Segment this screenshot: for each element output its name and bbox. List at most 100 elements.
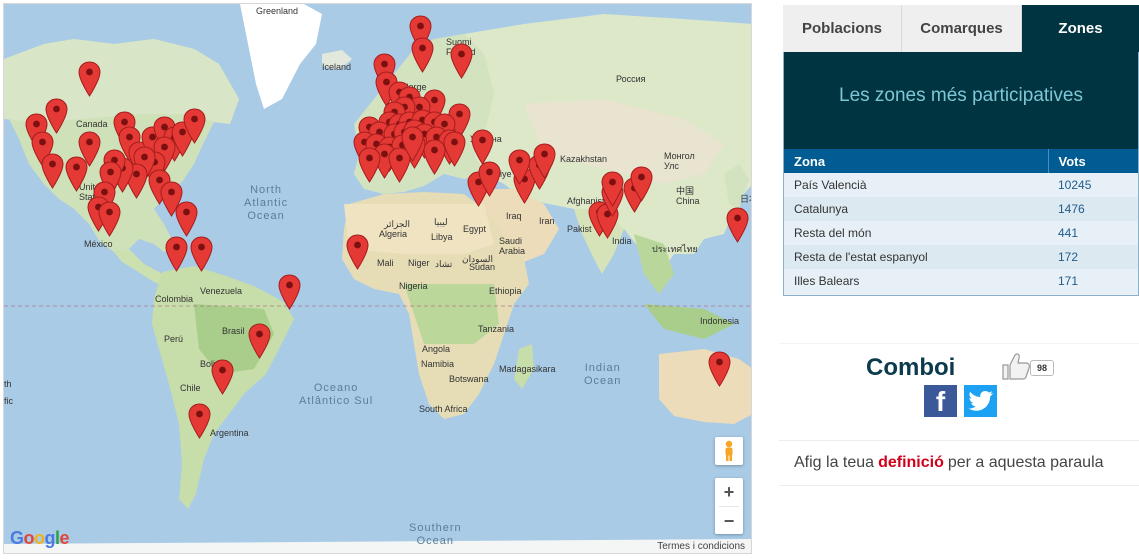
world-map[interactable]: GreenlandIcelandCanadaSuomi FinlandNorge…: [3, 3, 752, 554]
map-country-label: México: [84, 239, 113, 249]
zone-votes: 171: [1048, 269, 1138, 293]
definition-prefix: Afig la teua: [794, 454, 875, 471]
zone-name: Resta del món: [784, 221, 1048, 245]
map-marker[interactable]: [40, 153, 64, 189]
google-logo[interactable]: Google: [10, 528, 70, 549]
ranking-tabs: Poblacions Comarques Zones: [783, 5, 1139, 52]
map-country-label: Brasil: [222, 326, 245, 336]
table-row: Illes Balears 171: [784, 269, 1138, 293]
map-country-label: 日本: [740, 194, 751, 204]
map-pin-icon: [40, 153, 64, 189]
map-pin-icon: [174, 201, 198, 237]
map-pin-icon: [449, 43, 473, 79]
map-country-label: Perú: [164, 334, 184, 344]
map-country-label: Algeria: [379, 229, 408, 239]
map-country-label: Chile: [180, 383, 201, 393]
zone-name: País Valencià: [784, 173, 1048, 197]
table-row: Resta del món 441: [784, 221, 1138, 245]
map-marker[interactable]: [410, 37, 434, 73]
google-letter: e: [59, 528, 70, 548]
map-marker[interactable]: [470, 129, 494, 165]
zone-votes: 1476: [1048, 197, 1138, 221]
map-marker[interactable]: [357, 147, 381, 183]
twitter-bird-icon: [968, 391, 993, 411]
like-count: 98: [1030, 360, 1054, 376]
street-view-pegman[interactable]: [715, 437, 743, 465]
map-pin-icon: [532, 143, 556, 179]
map-marker[interactable]: [277, 274, 301, 310]
add-definition-link[interactable]: definició: [878, 454, 944, 472]
map-marker[interactable]: [77, 61, 101, 97]
map-pin-icon: [77, 61, 101, 97]
map-marker[interactable]: [400, 126, 424, 162]
map-country-label: Sudan: [469, 262, 496, 272]
map-pin-icon: [164, 236, 188, 272]
google-letter: g: [44, 528, 56, 548]
table-row: Resta de l'estat espanyol 172: [784, 245, 1138, 269]
map-marker[interactable]: [44, 98, 68, 134]
map-marker[interactable]: [725, 207, 749, 243]
google-letter: o: [23, 528, 35, 548]
map-marker[interactable]: [707, 351, 731, 387]
map-country-label: Монгол Улс: [664, 151, 695, 171]
map-country-label: South Africa: [419, 404, 468, 414]
map-marker[interactable]: [77, 131, 101, 167]
add-definition-bar: Afig la teua definició per a aquesta par…: [779, 440, 1139, 486]
zone-votes: 172: [1048, 245, 1138, 269]
map-ocean-label: Oceano Atlântico Sul: [299, 382, 374, 407]
terms-link[interactable]: Termes i condicions: [651, 540, 751, 553]
map-marker[interactable]: [442, 131, 466, 167]
map-marker[interactable]: [629, 166, 653, 202]
zone-name: Catalunya: [784, 197, 1048, 221]
zoom-out-button[interactable]: −: [715, 507, 743, 535]
map-marker[interactable]: [247, 323, 271, 359]
zone-name: Illes Balears: [784, 269, 1048, 293]
map-country-label: fic: [4, 396, 13, 406]
map-ocean-label: Indian Ocean: [584, 362, 622, 387]
map-marker[interactable]: [210, 359, 234, 395]
map-pin-icon: [44, 98, 68, 134]
zones-table: Zona Vots País Valencià 10245 Catalunya …: [784, 149, 1138, 293]
map-marker[interactable]: [345, 234, 369, 270]
twitter-share-button[interactable]: [964, 385, 997, 417]
zoom-in-button[interactable]: +: [715, 478, 743, 506]
map-country-label: Canada: [76, 119, 108, 129]
map-pin-icon: [210, 359, 234, 395]
map-pin-icon: [187, 403, 211, 439]
map-pin-icon: [470, 129, 494, 165]
map-marker[interactable]: [477, 161, 501, 197]
map-marker[interactable]: [600, 171, 624, 207]
map-country-label: 中国 China: [676, 186, 700, 206]
map-marker[interactable]: [532, 143, 556, 179]
map-pin-icon: [600, 171, 624, 207]
map-country-label: Ethiopia: [489, 286, 522, 296]
map-pin-icon: [345, 234, 369, 270]
map-pin-icon: [277, 274, 301, 310]
word-title: Comboi: [866, 354, 956, 381]
map-country-label: Venezuela: [200, 286, 243, 296]
map-marker[interactable]: [187, 403, 211, 439]
map-marker[interactable]: [182, 108, 206, 144]
map-country-label: Saudi Arabia: [499, 236, 526, 256]
map-marker[interactable]: [97, 201, 121, 237]
map-marker[interactable]: [164, 236, 188, 272]
word-card: Comboi 98 f: [779, 343, 1139, 438]
map-country-label: Libya: [431, 232, 453, 242]
page: GreenlandIcelandCanadaSuomi FinlandNorge…: [0, 0, 1139, 559]
map-marker[interactable]: [174, 201, 198, 237]
map-country-label: تشاد: [435, 259, 453, 269]
map-country-label: Россия: [616, 74, 646, 84]
google-letter: G: [10, 528, 24, 548]
tab-poblacions[interactable]: Poblacions: [783, 5, 902, 52]
map-country-label: Iran: [539, 216, 555, 226]
tab-comarques[interactable]: Comarques: [902, 5, 1022, 52]
table-row: País Valencià 10245: [784, 173, 1138, 197]
map-country-label: الجزائر: [384, 219, 410, 229]
facebook-share-button[interactable]: f: [924, 385, 957, 417]
zone-votes: 10245: [1048, 173, 1138, 197]
map-country-label: Argentina: [210, 428, 249, 438]
map-marker[interactable]: [189, 236, 213, 272]
tab-zones[interactable]: Zones: [1022, 5, 1139, 52]
map-marker[interactable]: [449, 43, 473, 79]
map-pin-icon: [725, 207, 749, 243]
